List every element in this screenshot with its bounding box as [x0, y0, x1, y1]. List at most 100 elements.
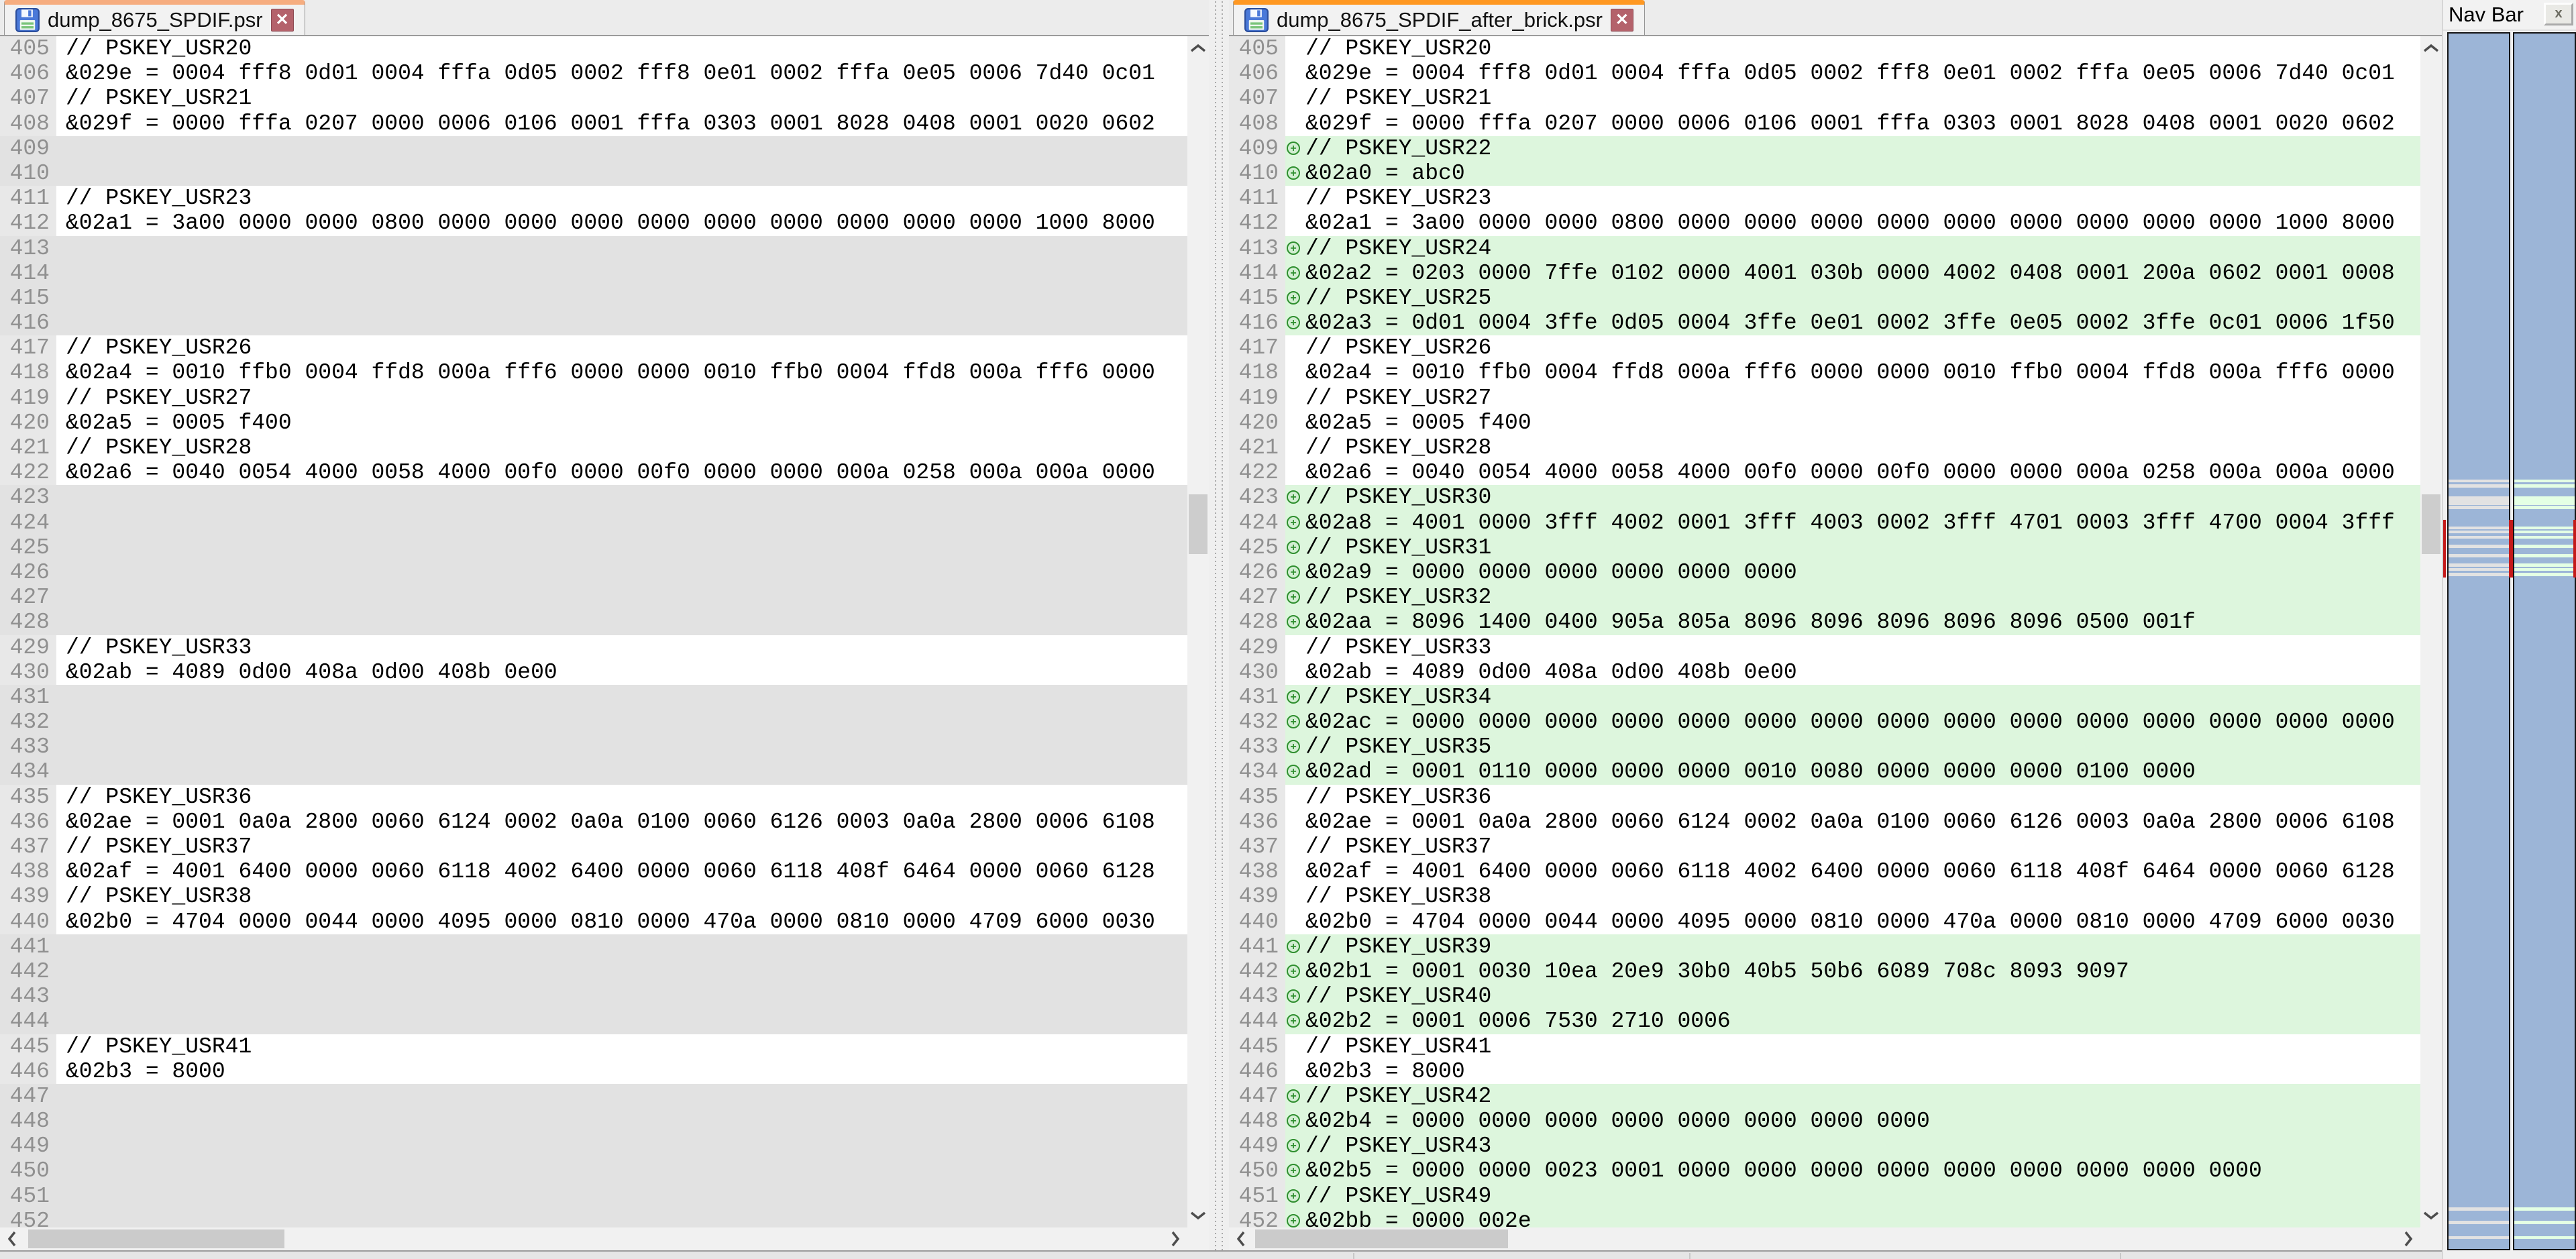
- line-text[interactable]: [66, 261, 1187, 286]
- line-text[interactable]: [66, 934, 1187, 959]
- code-line[interactable]: 427+// PSKEY_USR32: [1229, 585, 2420, 610]
- line-text[interactable]: [66, 1158, 1187, 1183]
- tab-right-file[interactable]: dump_8675_SPDIF_after_brick.psr ✕: [1233, 0, 1645, 35]
- scroll-right-button[interactable]: [1163, 1227, 1187, 1250]
- code-line[interactable]: 443+// PSKEY_USR40: [1229, 984, 2420, 1009]
- code-line[interactable]: 435// PSKEY_USR36: [1229, 785, 2420, 810]
- line-text[interactable]: &02a9 = 0000 0000 0000 0000 0000 0000: [1305, 560, 2420, 585]
- line-text[interactable]: &02ab = 4089 0d00 408a 0d00 408b 0e00: [1305, 660, 2420, 685]
- vertical-scroll-thumb[interactable]: [1189, 494, 1208, 554]
- code-line[interactable]: 415+// PSKEY_USR25: [1229, 286, 2420, 311]
- code-line[interactable]: 417// PSKEY_USR26: [0, 335, 1187, 360]
- code-line[interactable]: 446&02b3 = 8000: [0, 1059, 1187, 1084]
- code-line[interactable]: 421// PSKEY_USR28: [1229, 435, 2420, 460]
- line-text[interactable]: &02a4 = 0010 ffb0 0004 ffd8 000a fff6 00…: [66, 360, 1187, 385]
- code-line[interactable]: 420&02a5 = 0005 f400: [0, 410, 1187, 435]
- code-line[interactable]: 412&02a1 = 3a00 0000 0000 0800 0000 0000…: [1229, 211, 2420, 235]
- filler-line[interactable]: 449: [0, 1134, 1187, 1158]
- code-line[interactable]: 407// PSKEY_USR21: [1229, 86, 2420, 111]
- code-line[interactable]: 433+// PSKEY_USR35: [1229, 734, 2420, 759]
- line-text[interactable]: // PSKEY_USR21: [66, 86, 1187, 111]
- code-line[interactable]: 412&02a1 = 3a00 0000 0000 0800 0000 0000…: [0, 211, 1187, 235]
- line-text[interactable]: // PSKEY_USR36: [1305, 785, 2420, 810]
- line-text[interactable]: [66, 759, 1187, 784]
- line-text[interactable]: // PSKEY_USR41: [1305, 1034, 2420, 1059]
- line-text[interactable]: &02bb = 0000 002e: [1305, 1209, 2420, 1227]
- line-text[interactable]: [66, 710, 1187, 734]
- code-area-left[interactable]: 405// PSKEY_USR20406&029e = 0004 fff8 0d…: [0, 36, 1187, 1227]
- line-text[interactable]: &02b3 = 8000: [66, 1059, 1187, 1084]
- line-text[interactable]: // PSKEY_USR30: [1305, 485, 2420, 510]
- line-text[interactable]: &02b0 = 4704 0000 0044 0000 4095 0000 08…: [66, 910, 1187, 934]
- code-line[interactable]: 416+&02a3 = 0d01 0004 3ffe 0d05 0004 3ff…: [1229, 311, 2420, 335]
- scroll-down-button[interactable]: [1187, 1203, 1209, 1227]
- line-text[interactable]: [66, 236, 1187, 261]
- code-line[interactable]: 428+&02aa = 8096 1400 0400 905a 805a 809…: [1229, 610, 2420, 635]
- filler-line[interactable]: 413: [0, 236, 1187, 261]
- vertical-scrollbar-left[interactable]: [1187, 36, 1209, 1227]
- nav-map-left-document[interactable]: [2447, 32, 2510, 1250]
- code-line[interactable]: 419// PSKEY_USR27: [0, 386, 1187, 410]
- filler-line[interactable]: 425: [0, 535, 1187, 560]
- line-text[interactable]: // PSKEY_USR27: [66, 386, 1187, 410]
- code-line[interactable]: 437// PSKEY_USR37: [1229, 834, 2420, 859]
- code-line[interactable]: 414+&02a2 = 0203 0000 7ffe 0102 0000 400…: [1229, 261, 2420, 286]
- code-line[interactable]: 436&02ae = 0001 0a0a 2800 0060 6124 0002…: [1229, 810, 2420, 834]
- horizontal-scroll-thumb[interactable]: [1255, 1229, 1508, 1248]
- code-line[interactable]: 436&02ae = 0001 0a0a 2800 0060 6124 0002…: [0, 810, 1187, 834]
- line-text[interactable]: // PSKEY_USR22: [1305, 136, 2420, 161]
- code-line[interactable]: 440&02b0 = 4704 0000 0044 0000 4095 0000…: [0, 910, 1187, 934]
- line-text[interactable]: [66, 311, 1187, 335]
- code-line[interactable]: 437// PSKEY_USR37: [0, 834, 1187, 859]
- line-text[interactable]: // PSKEY_USR31: [1305, 535, 2420, 560]
- code-line[interactable]: 422&02a6 = 0040 0054 4000 0058 4000 00f0…: [0, 460, 1187, 485]
- filler-line[interactable]: 424: [0, 510, 1187, 535]
- code-line[interactable]: 442+&02b1 = 0001 0030 10ea 20e9 30b0 40b…: [1229, 959, 2420, 984]
- line-text[interactable]: &02ae = 0001 0a0a 2800 0060 6124 0002 0a…: [1305, 810, 2420, 834]
- scroll-up-button[interactable]: [2420, 36, 2442, 60]
- line-text[interactable]: // PSKEY_USR38: [66, 884, 1187, 909]
- line-text[interactable]: &02aa = 8096 1400 0400 905a 805a 8096 80…: [1305, 610, 2420, 635]
- line-text[interactable]: // PSKEY_USR33: [66, 635, 1187, 660]
- code-line[interactable]: 440&02b0 = 4704 0000 0044 0000 4095 0000…: [1229, 910, 2420, 934]
- line-text[interactable]: // PSKEY_USR34: [1305, 685, 2420, 710]
- code-line[interactable]: 445// PSKEY_USR41: [1229, 1034, 2420, 1059]
- code-line[interactable]: 411// PSKEY_USR23: [0, 186, 1187, 211]
- tab-close-icon[interactable]: ✕: [271, 9, 294, 32]
- code-line[interactable]: 434+&02ad = 0001 0110 0000 0000 0000 001…: [1229, 759, 2420, 784]
- code-line[interactable]: 413+// PSKEY_USR24: [1229, 236, 2420, 261]
- pane-splitter[interactable]: [1209, 0, 1229, 1250]
- code-line[interactable]: 452+&02bb = 0000 002e: [1229, 1209, 2420, 1227]
- code-line[interactable]: 418&02a4 = 0010 ffb0 0004 ffd8 000a fff6…: [1229, 360, 2420, 385]
- vertical-scrollbar-right[interactable]: [2420, 36, 2442, 1227]
- code-line[interactable]: 406&029e = 0004 fff8 0d01 0004 fffa 0d05…: [0, 61, 1187, 86]
- code-line[interactable]: 409+// PSKEY_USR22: [1229, 136, 2420, 161]
- line-text[interactable]: // PSKEY_USR42: [1305, 1084, 2420, 1109]
- filler-line[interactable]: 444: [0, 1009, 1187, 1034]
- line-text[interactable]: [66, 560, 1187, 585]
- line-text[interactable]: &02a6 = 0040 0054 4000 0058 4000 00f0 00…: [1305, 460, 2420, 485]
- code-line[interactable]: 405// PSKEY_USR20: [0, 36, 1187, 61]
- vertical-scroll-thumb[interactable]: [2422, 494, 2440, 554]
- filler-line[interactable]: 442: [0, 959, 1187, 984]
- code-line[interactable]: 430&02ab = 4089 0d00 408a 0d00 408b 0e00: [0, 660, 1187, 685]
- line-text[interactable]: &02b1 = 0001 0030 10ea 20e9 30b0 40b5 50…: [1305, 959, 2420, 984]
- code-line[interactable]: 422&02a6 = 0040 0054 4000 0058 4000 00f0…: [1229, 460, 2420, 485]
- code-line[interactable]: 406&029e = 0004 fff8 0d01 0004 fffa 0d05…: [1229, 61, 2420, 86]
- line-text[interactable]: &02a8 = 4001 0000 3fff 4002 0001 3fff 40…: [1305, 510, 2420, 535]
- line-text[interactable]: // PSKEY_USR33: [1305, 635, 2420, 660]
- filler-line[interactable]: 432: [0, 710, 1187, 734]
- line-text[interactable]: // PSKEY_USR23: [1305, 186, 2420, 211]
- code-line[interactable]: 441+// PSKEY_USR39: [1229, 934, 2420, 959]
- line-text[interactable]: &02a4 = 0010 ffb0 0004 ffd8 000a fff6 00…: [1305, 360, 2420, 385]
- code-line[interactable]: 408&029f = 0000 fffa 0207 0000 0006 0106…: [1229, 111, 2420, 136]
- scroll-right-button[interactable]: [2396, 1227, 2420, 1250]
- code-line[interactable]: 417// PSKEY_USR26: [1229, 335, 2420, 360]
- line-text[interactable]: // PSKEY_USR40: [1305, 984, 2420, 1009]
- line-text[interactable]: [66, 610, 1187, 635]
- filler-line[interactable]: 431: [0, 685, 1187, 710]
- line-text[interactable]: // PSKEY_USR23: [66, 186, 1187, 211]
- line-text[interactable]: // PSKEY_USR32: [1305, 585, 2420, 610]
- code-line[interactable]: 430&02ab = 4089 0d00 408a 0d00 408b 0e00: [1229, 660, 2420, 685]
- code-line[interactable]: 444+&02b2 = 0001 0006 7530 2710 0006: [1229, 1009, 2420, 1034]
